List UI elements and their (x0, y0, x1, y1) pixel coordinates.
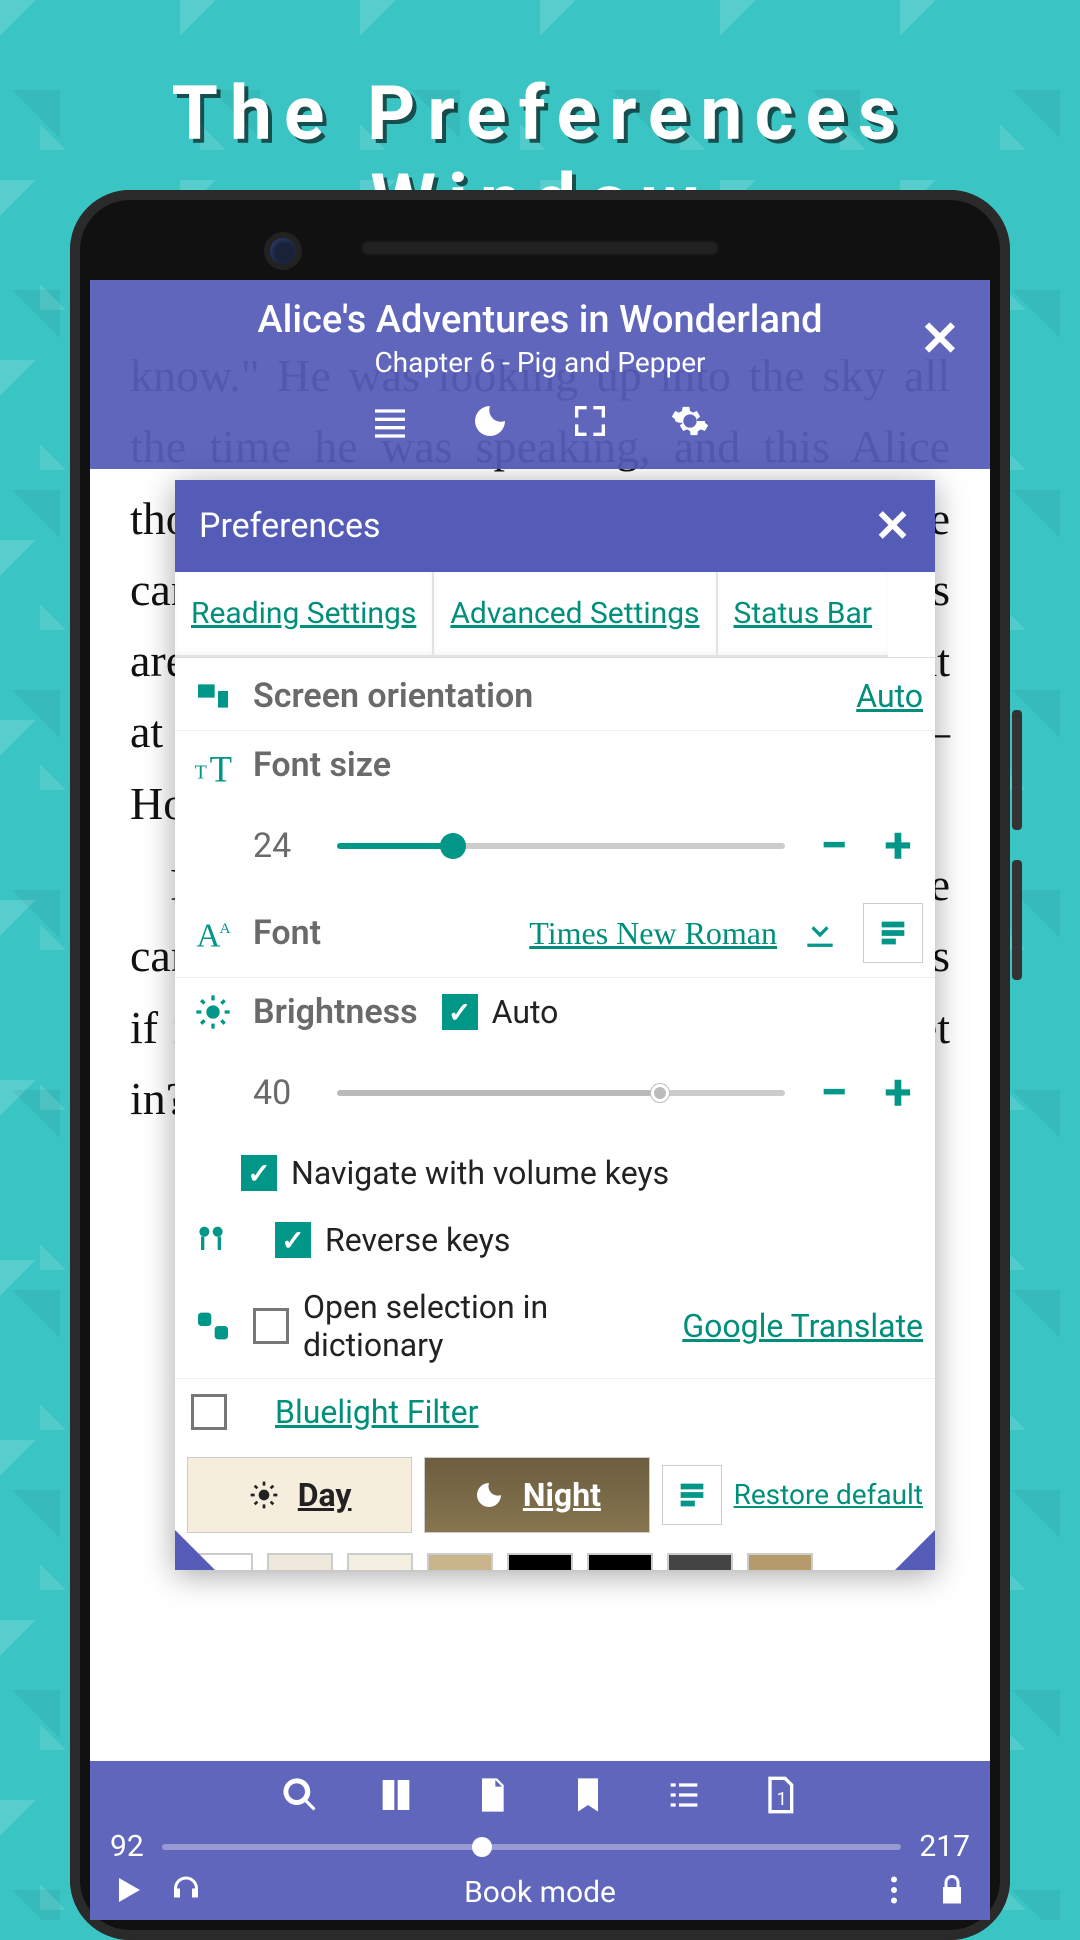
contents-icon[interactable] (370, 401, 410, 445)
swatch-tex2[interactable] (747, 1553, 813, 1570)
reverse-keys-checkbox[interactable] (275, 1222, 311, 1258)
close-reader-button[interactable]: ✕ (920, 310, 960, 367)
night-mode-icon[interactable] (470, 401, 510, 445)
phone-frame: know." He was looking up into the sky al… (70, 190, 1010, 1940)
fontsize-slider[interactable] (337, 843, 785, 849)
font-icon: AA (187, 913, 239, 953)
orientation-value[interactable]: Auto (856, 677, 923, 715)
svg-text:A: A (196, 917, 220, 953)
goto-page-icon[interactable]: 1 (760, 1775, 800, 1819)
theme-settings-button[interactable] (662, 1465, 722, 1525)
device-screen: know." He was looking up into the sky al… (90, 280, 990, 1920)
bookmark-icon[interactable] (568, 1775, 608, 1819)
page-icon[interactable] (472, 1775, 512, 1819)
swatch-3[interactable]: 3 (347, 1553, 413, 1570)
svg-text:T: T (210, 749, 232, 785)
tab-status-bar[interactable]: Status Bar (718, 572, 888, 657)
svg-text:T: T (195, 761, 207, 783)
fontsize-value: 24 (253, 826, 313, 866)
brightness-plus[interactable]: + (873, 1064, 923, 1122)
search-icon[interactable] (280, 1775, 320, 1819)
volume-keys-icon (185, 1220, 237, 1260)
reader-topbar: Alice's Adventures in Wonderland Chapter… (90, 280, 990, 469)
brightness-icon (187, 992, 239, 1032)
dictionary-icon (187, 1306, 239, 1346)
swatch-a[interactable]: A (507, 1553, 573, 1570)
swatch-c[interactable]: C (667, 1553, 733, 1570)
font-label: Font (253, 913, 321, 953)
dictionary-value[interactable]: Google Translate (682, 1307, 923, 1345)
page-total: 217 (919, 1829, 970, 1864)
brightness-value: 40 (253, 1073, 313, 1113)
headphones-icon[interactable] (168, 1872, 204, 1912)
font-value[interactable]: Times New Roman (529, 915, 777, 952)
orientation-label: Screen orientation (253, 676, 533, 716)
reverse-keys-label[interactable]: Reverse keys (325, 1221, 510, 1259)
lock-icon[interactable] (934, 1872, 970, 1912)
play-icon[interactable] (110, 1872, 146, 1912)
tab-advanced-settings[interactable]: Advanced Settings (434, 572, 717, 657)
more-icon[interactable] (876, 1872, 912, 1912)
fontsize-icon: TT (187, 745, 239, 785)
progress-slider[interactable] (162, 1844, 902, 1850)
book-mode-label[interactable]: Book mode (226, 1875, 854, 1910)
restore-default-link[interactable]: Restore default (734, 1478, 923, 1512)
book-title: Alice's Adventures in Wonderland (110, 298, 970, 342)
swatch-2[interactable]: 2 (267, 1553, 333, 1570)
svg-text:A: A (220, 921, 231, 937)
fontsize-minus[interactable]: − (809, 817, 859, 875)
orientation-icon (187, 676, 239, 716)
fontsize-label: Font size (253, 745, 391, 785)
theme-day-button[interactable]: Day (187, 1457, 412, 1533)
swatch-tex1[interactable] (427, 1553, 493, 1570)
bluelight-label[interactable]: Bluelight Filter (275, 1393, 478, 1431)
brightness-auto-label: Auto (492, 993, 559, 1031)
tab-reading-settings[interactable]: Reading Settings (175, 572, 434, 657)
book-icon[interactable] (376, 1775, 416, 1819)
reader-bottombar: 1 92 217 Book mode (90, 1761, 990, 1920)
theme-night-button[interactable]: Night (424, 1457, 649, 1533)
volume-nav-checkbox[interactable] (241, 1155, 277, 1191)
bluelight-checkbox[interactable] (191, 1394, 227, 1430)
brightness-slider[interactable] (337, 1090, 785, 1096)
download-font-button[interactable] (801, 912, 839, 954)
brightness-minus[interactable]: − (809, 1064, 859, 1122)
preferences-title: Preferences (199, 506, 381, 546)
fullscreen-icon[interactable] (570, 401, 610, 445)
fontsize-plus[interactable]: + (873, 817, 923, 875)
settings-icon[interactable] (670, 401, 710, 445)
toc-icon[interactable] (664, 1775, 704, 1819)
svg-text:1: 1 (777, 1789, 787, 1810)
close-preferences-button[interactable]: ✕ (874, 500, 911, 552)
page-current: 92 (110, 1829, 144, 1864)
preferences-modal: Preferences ✕ Reading Settings Advanced … (175, 480, 935, 1570)
book-chapter: Chapter 6 - Pig and Pepper (110, 346, 970, 379)
volume-nav-label[interactable]: Navigate with volume keys (291, 1154, 669, 1192)
swatch-b[interactable]: B (587, 1553, 653, 1570)
dictionary-checkbox[interactable] (253, 1308, 289, 1344)
brightness-auto-checkbox[interactable] (442, 994, 478, 1030)
font-settings-button[interactable] (863, 903, 923, 963)
dictionary-label[interactable]: Open selection in dictionary (303, 1288, 563, 1364)
brightness-label: Brightness (253, 992, 418, 1032)
